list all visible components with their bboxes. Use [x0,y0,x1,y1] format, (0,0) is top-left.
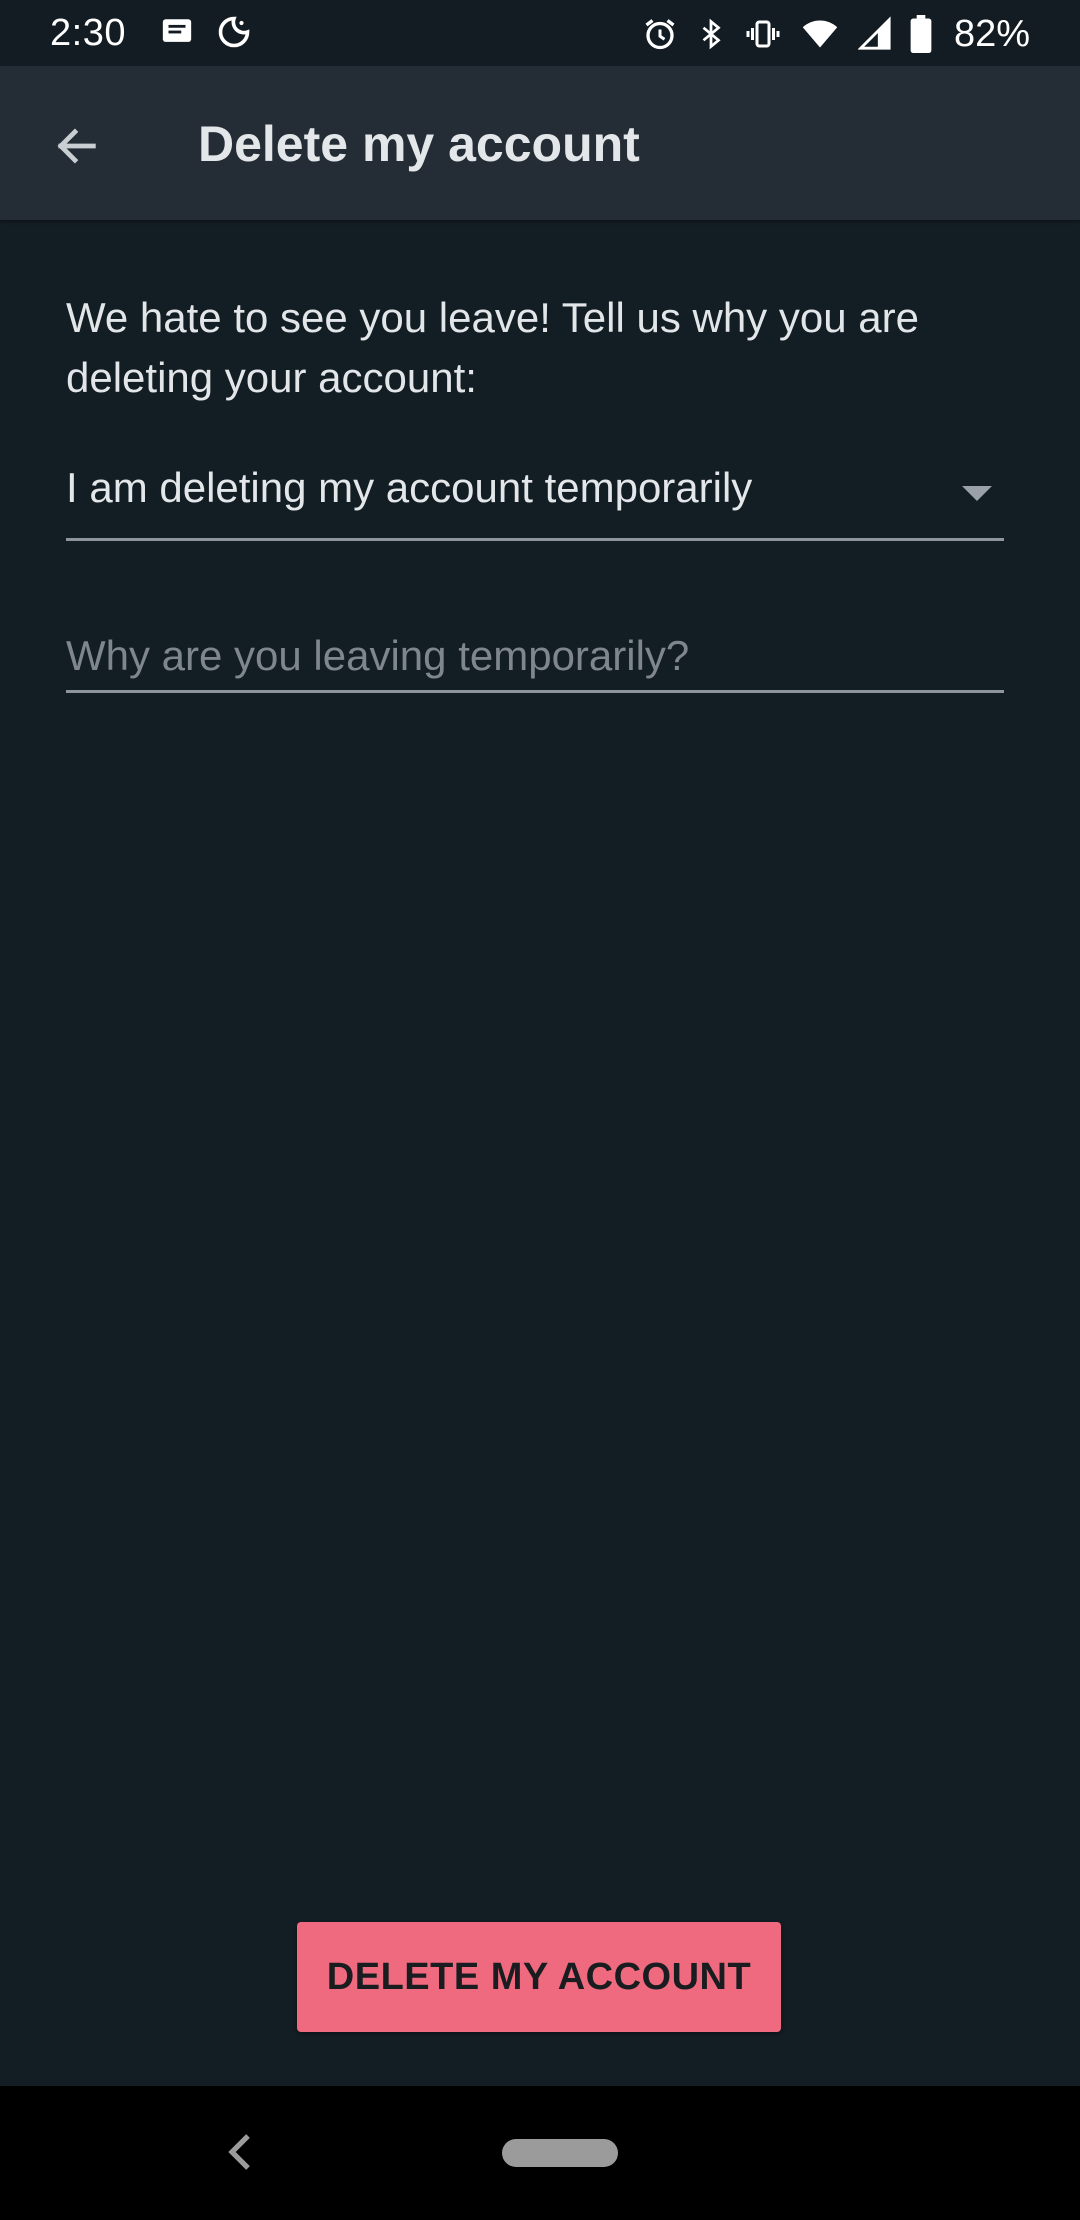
wifi-icon [802,20,838,48]
nav-home-pill[interactable] [502,2139,618,2167]
reason-dropdown-value: I am deleting my account temporarily [66,464,753,511]
battery-percent: 82% [953,13,1030,55]
do-not-disturb-moon-icon [218,16,250,48]
status-bar: 2:30 82% [0,0,1080,66]
message-icon [162,19,192,42]
system-nav-bar [0,2086,1080,2220]
battery-icon [910,15,932,53]
reason-dropdown[interactable]: I am deleting my account temporarily [66,456,1004,541]
cell-signal-icon [857,16,891,50]
intro-text: We hate to see you leave! Tell us why yo… [66,294,919,401]
page-title: Delete my account [198,116,640,172]
status-time: 2:30 [50,12,126,54]
arrow-back-icon [57,128,96,164]
vibrate-icon [746,20,780,48]
alarm-icon [645,19,675,50]
nav-back-icon[interactable] [222,2132,258,2172]
delete-account-button[interactable]: DELETE MY ACCOUNT [297,1922,781,2032]
status-right-icons: 82% [642,12,1030,56]
dropdown-arrow-icon [962,486,992,501]
reason-input[interactable] [66,622,1004,693]
delete-account-screen: 2:30 82% Delete my account We hate to se… [0,0,1080,2220]
bluetooth-icon [702,18,721,50]
back-button[interactable] [40,110,112,182]
app-bar: Delete my account [0,66,1080,220]
status-left-icons [160,14,252,50]
